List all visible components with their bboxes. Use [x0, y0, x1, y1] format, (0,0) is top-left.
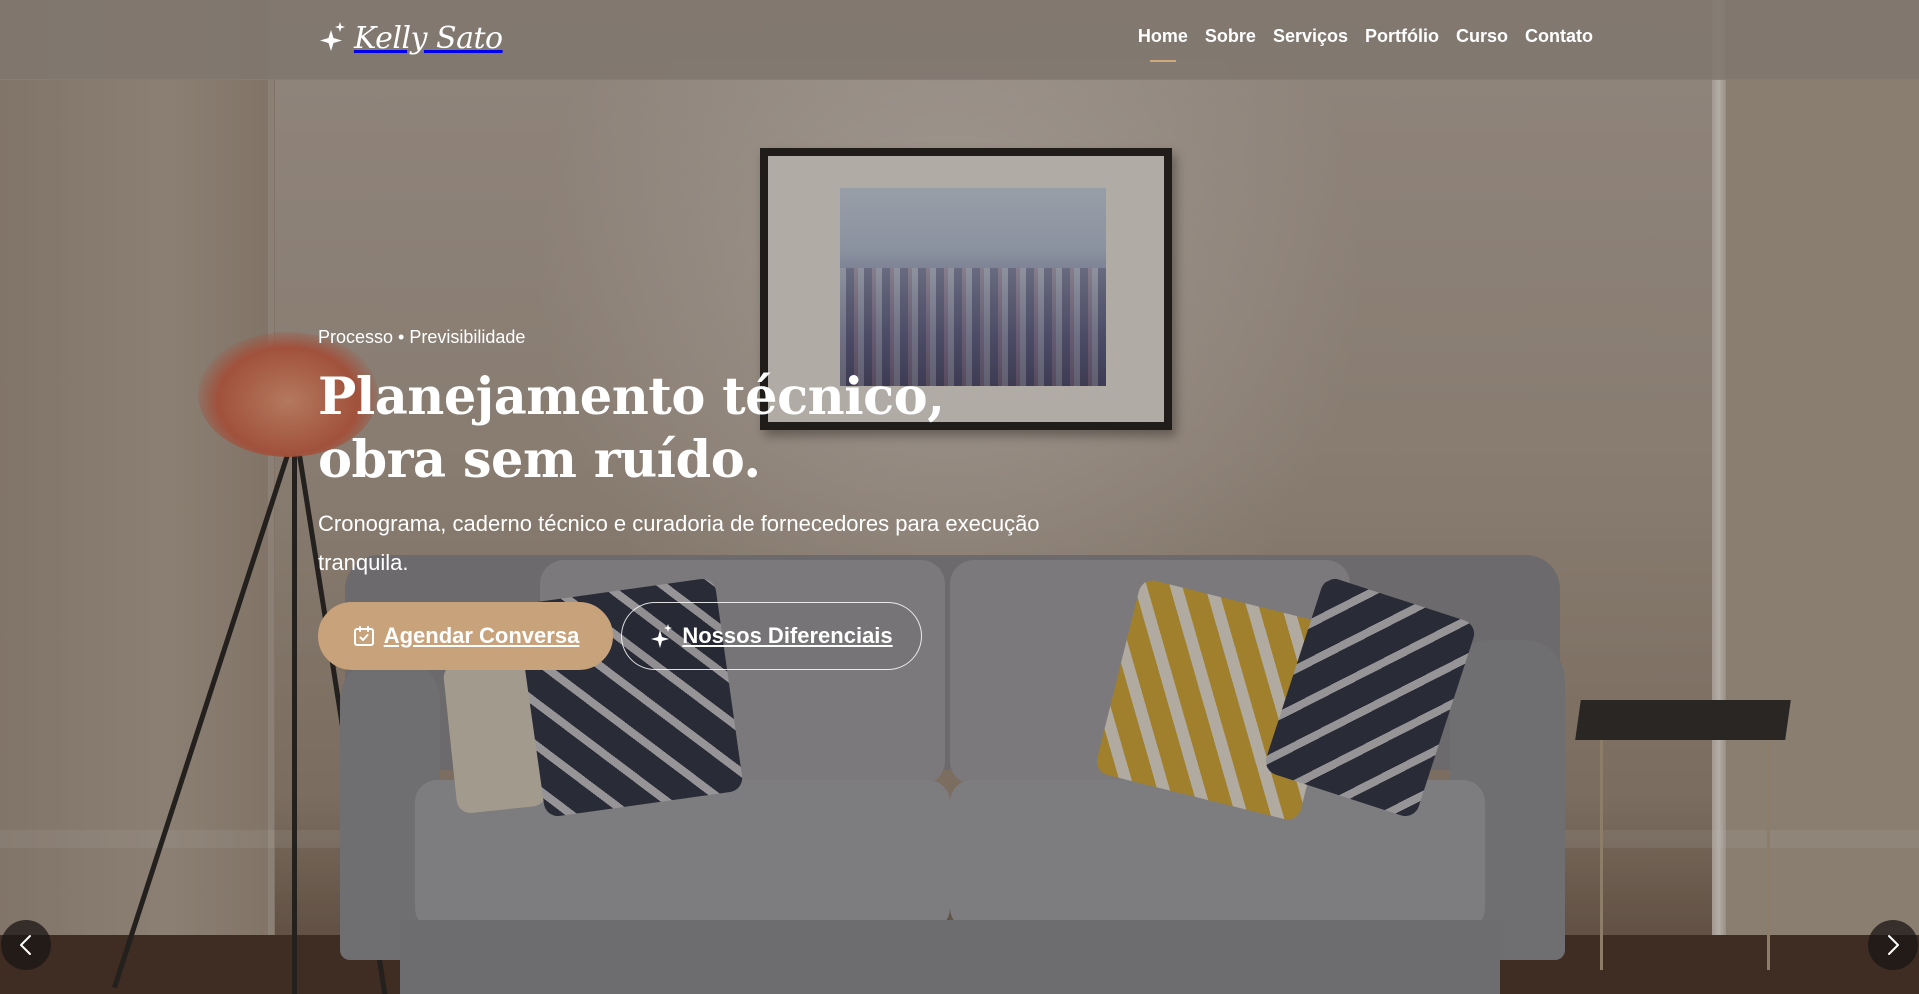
navbar: Kelly Sato Home Sobre Serviços Portfólio…	[0, 0, 1919, 80]
carousel-prev-button[interactable]	[1, 920, 51, 970]
hero-content: Processo • Previsibilidade Planejamento …	[318, 327, 1078, 670]
brand-name: Kelly Sato	[354, 20, 503, 56]
differentials-label: Nossos Diferenciais	[682, 623, 893, 648]
calendar-check-icon	[353, 626, 374, 646]
sparkle-icon	[320, 22, 345, 51]
main-nav: Home Sobre Serviços Portfólio Curso Cont…	[1138, 26, 1593, 47]
differentials-button[interactable]: Nossos Diferenciais	[621, 602, 922, 670]
nav-item-curso[interactable]: Curso	[1456, 26, 1508, 47]
hero-actions: Agendar Conversa Nossos Diferenciais	[318, 602, 1078, 670]
chevron-right-icon	[1888, 935, 1899, 955]
chevron-left-icon	[20, 935, 31, 955]
sparkle-icon	[651, 624, 673, 648]
brand-logo[interactable]: Kelly Sato	[318, 15, 503, 61]
nav-item-servicos[interactable]: Serviços	[1273, 26, 1348, 47]
hero-eyebrow: Processo • Previsibilidade	[318, 327, 526, 347]
schedule-call-label: Agendar Conversa	[383, 623, 580, 648]
schedule-call-button[interactable]: Agendar Conversa	[318, 602, 613, 670]
hero-subtitle: Cronograma, caderno técnico e curadoria …	[318, 511, 1040, 575]
nav-item-portfolio[interactable]: Portfólio	[1365, 26, 1439, 47]
hero-headline: Planejamento técnico, obra sem ruído.	[318, 367, 945, 490]
nav-item-sobre[interactable]: Sobre	[1205, 26, 1256, 47]
nav-item-home[interactable]: Home	[1138, 26, 1188, 47]
carousel-next-button[interactable]	[1868, 920, 1918, 970]
nav-item-contato[interactable]: Contato	[1525, 26, 1593, 47]
